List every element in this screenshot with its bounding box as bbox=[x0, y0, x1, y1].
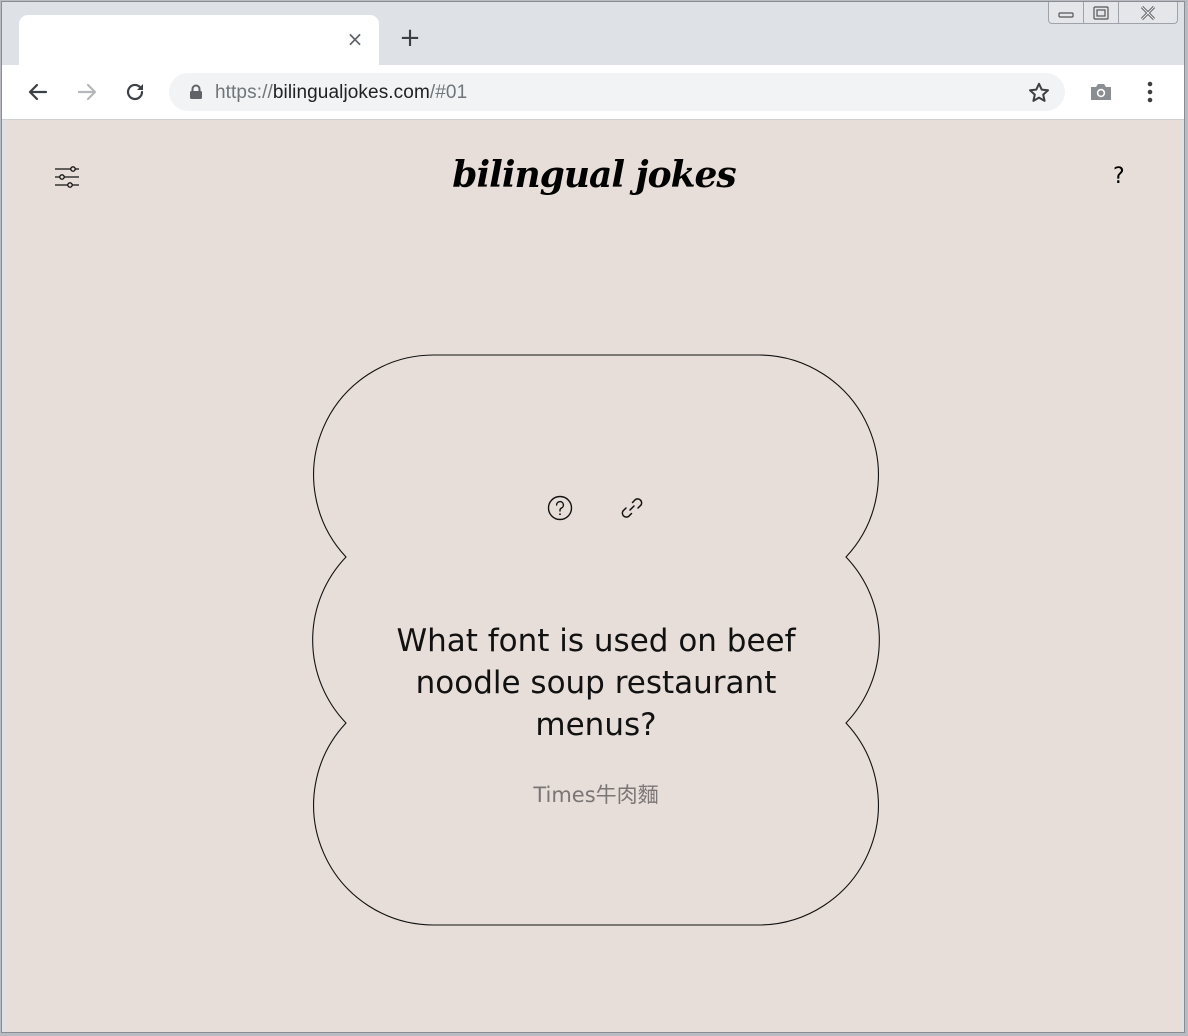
address-bar[interactable]: https://bilingualjokes.com/#01 bbox=[169, 73, 1065, 111]
bookmark-star-icon[interactable] bbox=[1027, 81, 1051, 105]
joke-answer: Times牛肉麵 bbox=[533, 783, 659, 807]
maximize-button[interactable] bbox=[1083, 2, 1119, 24]
close-window-button[interactable] bbox=[1118, 2, 1178, 24]
tab-strip: × + bbox=[2, 2, 1184, 65]
reload-icon bbox=[126, 83, 144, 101]
joke-card: What font is used on beef noodle soup re… bbox=[310, 354, 882, 926]
site-logo[interactable]: bilingual jokes bbox=[6, 154, 1182, 196]
active-tab[interactable]: × bbox=[19, 15, 379, 65]
browser-menu-button[interactable] bbox=[1136, 78, 1164, 106]
maximize-icon bbox=[1093, 5, 1109, 20]
back-button[interactable] bbox=[24, 78, 52, 106]
browser-window: × + https://bilingualjokes.com/#01 bilin… bbox=[1, 1, 1185, 1033]
reload-button[interactable] bbox=[121, 78, 149, 106]
screenshot-button[interactable] bbox=[1087, 78, 1115, 106]
reveal-answer-help-icon[interactable] bbox=[546, 494, 574, 522]
new-tab-button[interactable]: + bbox=[398, 23, 422, 53]
forward-button[interactable] bbox=[73, 78, 101, 106]
url-text: https://bilingualjokes.com/#01 bbox=[215, 82, 467, 104]
card-actions bbox=[310, 494, 882, 522]
url-host: bilingualjokes.com bbox=[272, 82, 430, 103]
close-window-icon bbox=[1140, 5, 1156, 20]
copy-link-icon[interactable] bbox=[618, 494, 646, 522]
lock-icon bbox=[190, 84, 202, 99]
forward-arrow-icon bbox=[77, 83, 97, 101]
more-vert-icon bbox=[1147, 81, 1153, 103]
tab-close-icon[interactable]: × bbox=[345, 29, 365, 49]
window-controls bbox=[1048, 2, 1178, 24]
joke-question: What font is used on beef noodle soup re… bbox=[396, 623, 796, 743]
browser-toolbar: https://bilingualjokes.com/#01 bbox=[2, 65, 1184, 120]
url-scheme: https:// bbox=[215, 82, 273, 103]
url-path: /#01 bbox=[429, 82, 468, 103]
minimize-button[interactable] bbox=[1048, 2, 1084, 24]
help-button[interactable]: ? bbox=[1113, 164, 1125, 189]
camera-icon bbox=[1091, 84, 1111, 100]
minimize-icon bbox=[1058, 11, 1074, 18]
back-arrow-icon bbox=[28, 83, 48, 101]
page-content: bilingual jokes ? What font is used on b… bbox=[6, 120, 1182, 1032]
